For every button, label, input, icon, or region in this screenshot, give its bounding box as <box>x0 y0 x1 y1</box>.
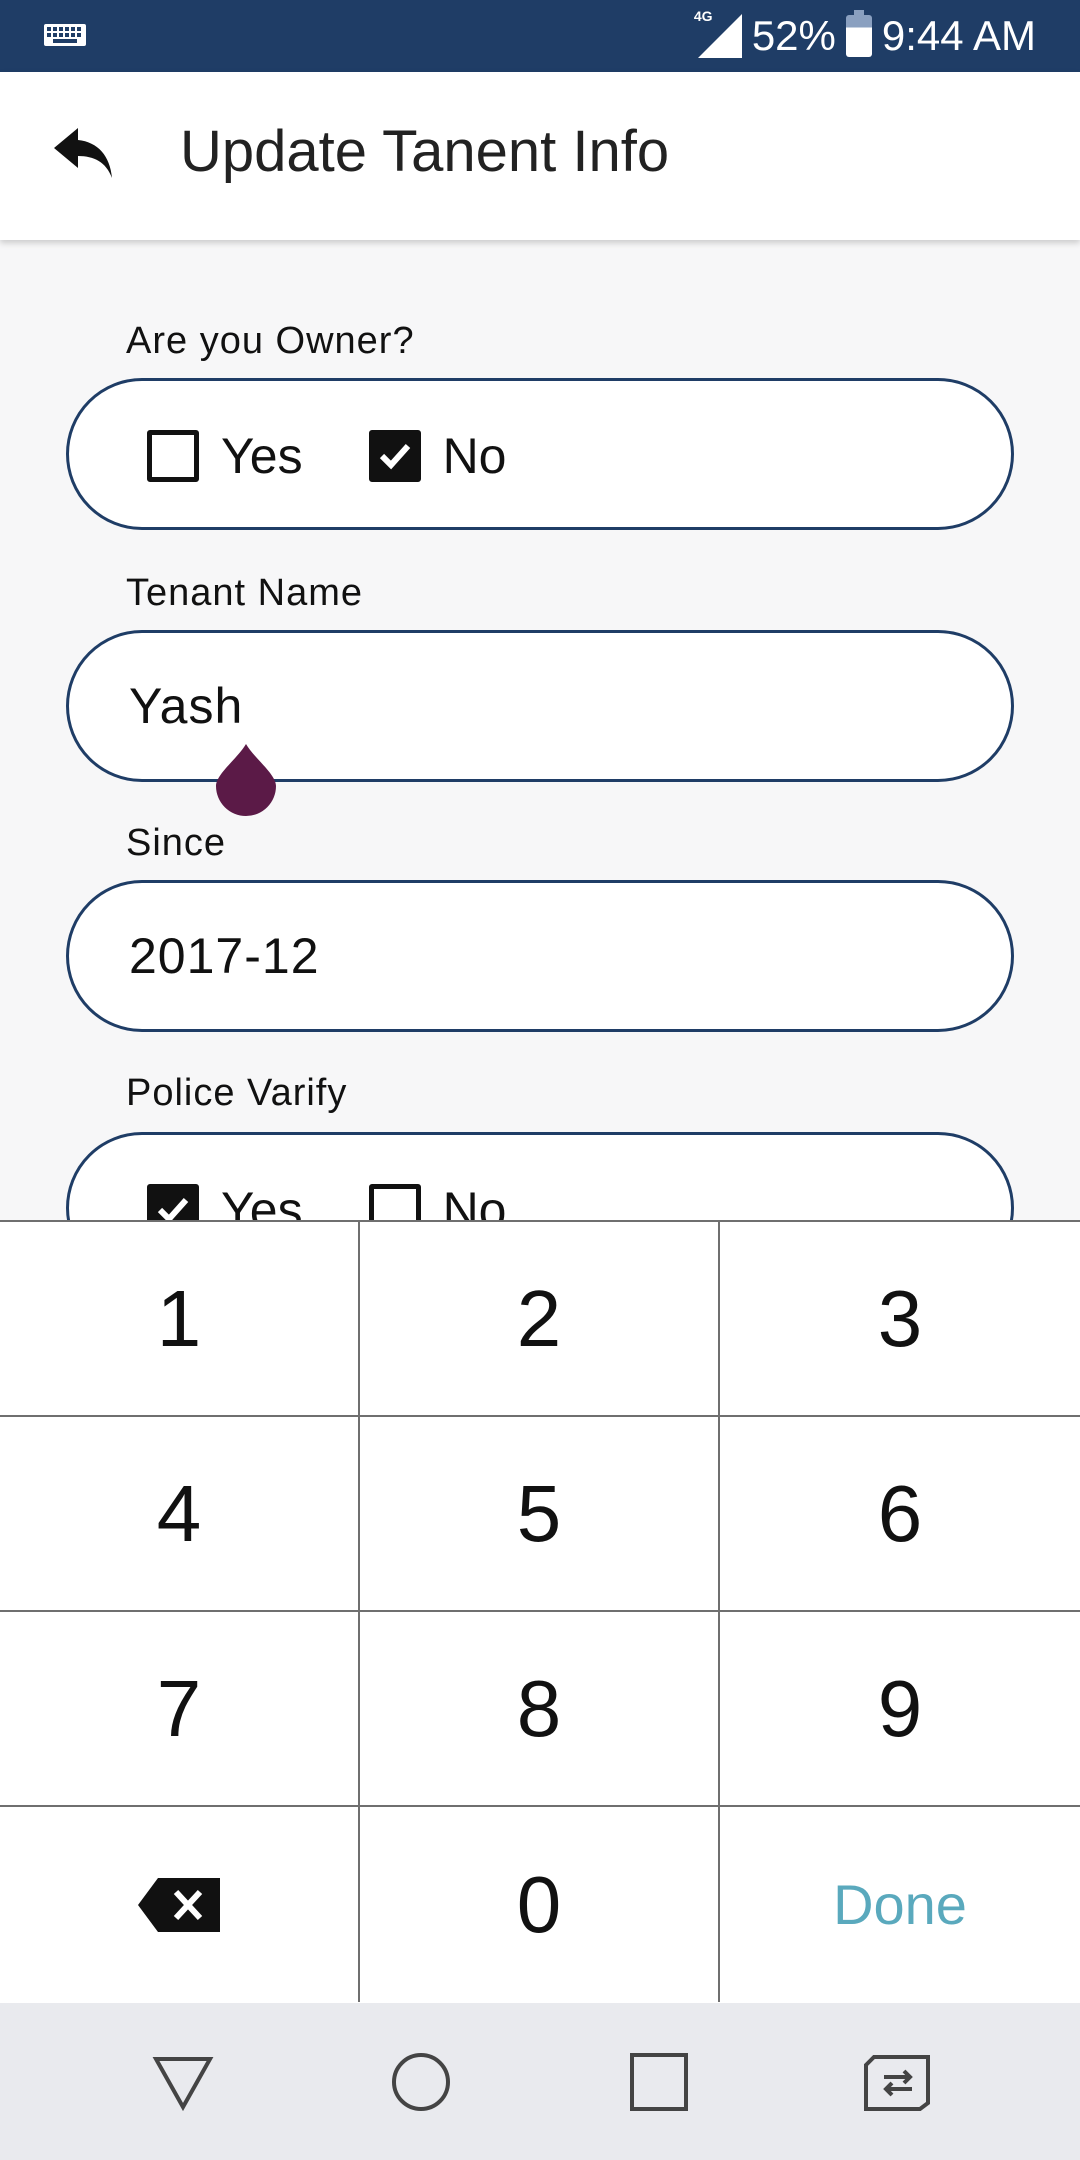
police-verify-field: Yes No <box>66 1132 1014 1222</box>
page-title: Update Tanent Info <box>180 119 670 184</box>
key-4[interactable]: 4 <box>0 1417 360 1612</box>
status-bar: 4G 52% 9:44 AM <box>0 0 1080 72</box>
owner-field: Yes No <box>66 378 1014 530</box>
back-triangle-icon[interactable] <box>152 2051 214 2113</box>
tenant-name-label: Tenant Name <box>126 572 364 614</box>
key-9[interactable]: 9 <box>720 1612 1080 1807</box>
keyboard-icon <box>44 24 86 46</box>
key-6[interactable]: 6 <box>720 1417 1080 1612</box>
battery-icon <box>845 10 872 57</box>
back-arrow-icon[interactable] <box>52 126 114 180</box>
signal-icon: 4G <box>694 8 742 58</box>
police-yes-checkbox[interactable]: Yes <box>147 1181 303 1222</box>
tenant-name-value: Yash <box>129 678 244 734</box>
key-1[interactable]: 1 <box>0 1222 360 1417</box>
recents-square-icon[interactable] <box>628 2051 690 2113</box>
system-nav-bar <box>0 2003 1080 2160</box>
key-3[interactable]: 3 <box>720 1222 1080 1417</box>
key-2[interactable]: 2 <box>360 1222 720 1417</box>
police-verify-label: Police Varify <box>126 1072 348 1114</box>
owner-yes-label: Yes <box>221 428 303 484</box>
owner-no-checkbox[interactable]: No <box>368 427 507 485</box>
app-bar: Update Tanent Info <box>0 72 1080 240</box>
home-circle-icon[interactable] <box>390 2051 452 2113</box>
key-8[interactable]: 8 <box>360 1612 720 1807</box>
checkbox-unchecked-icon <box>147 430 199 482</box>
owner-label: Are you Owner? <box>126 320 415 362</box>
key-7[interactable]: 7 <box>0 1612 360 1807</box>
key-5[interactable]: 5 <box>360 1417 720 1612</box>
switch-apps-icon[interactable] <box>862 2051 934 2113</box>
key-0[interactable]: 0 <box>360 1807 720 2002</box>
checkbox-checked-icon <box>368 430 421 482</box>
network-type: 4G <box>693 8 713 24</box>
since-value: 2017-12 <box>129 928 320 984</box>
owner-yes-checkbox[interactable]: Yes <box>147 427 303 485</box>
checkbox-checked-icon <box>147 1184 199 1222</box>
tenant-name-input[interactable]: Yash <box>66 630 1014 782</box>
police-no-checkbox[interactable]: No <box>368 1181 507 1222</box>
battery-percent: 52% <box>751 12 836 59</box>
police-yes-label: Yes <box>221 1182 303 1222</box>
done-key[interactable]: Done <box>720 1807 1080 2002</box>
numeric-keypad: 1 2 3 4 5 6 7 8 9 0 Done <box>0 1220 1080 2003</box>
owner-no-label: No <box>442 428 507 484</box>
clock: 9:44 AM <box>881 12 1036 59</box>
text-cursor-handle-icon[interactable] <box>216 744 276 816</box>
tenant-form: Are you Owner? Yes No Tenant Name Yash S… <box>0 242 1080 1222</box>
since-label: Since <box>126 822 227 864</box>
backspace-key[interactable] <box>0 1807 360 2002</box>
backspace-icon <box>138 1877 220 1932</box>
checkbox-unchecked-icon <box>368 1184 421 1222</box>
since-input[interactable]: 2017-12 <box>66 880 1014 1032</box>
police-no-label: No <box>442 1182 507 1222</box>
